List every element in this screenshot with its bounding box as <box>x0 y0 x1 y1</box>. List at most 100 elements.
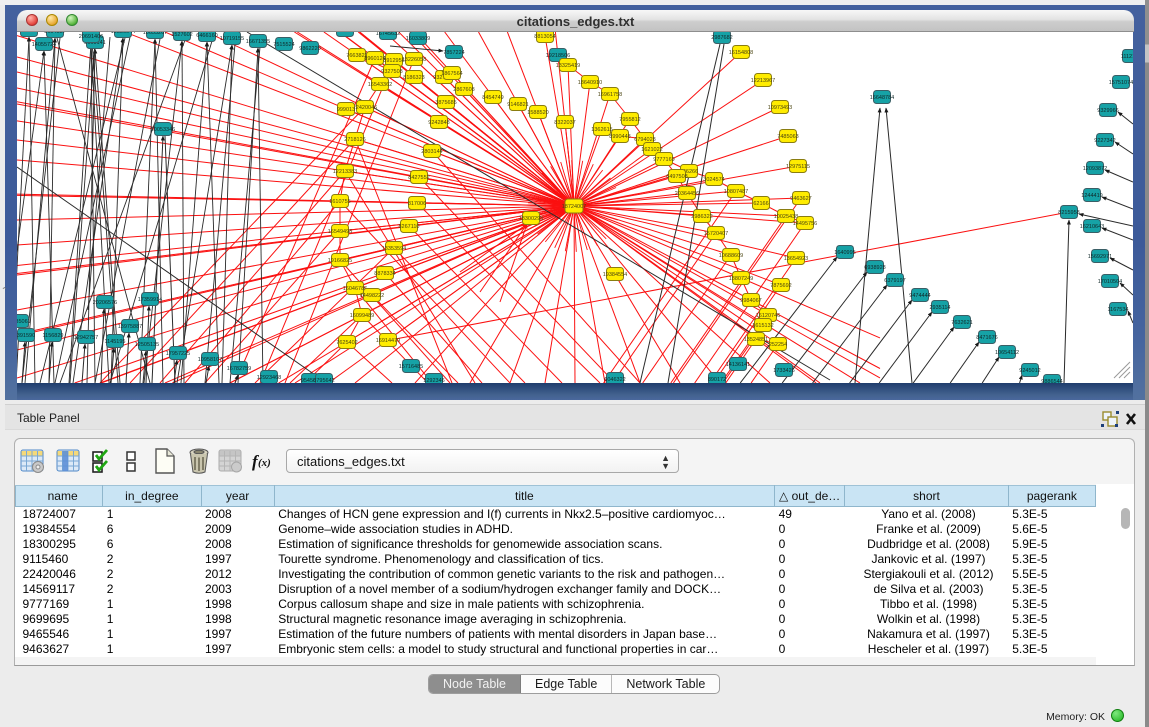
svg-text:16543362: 16543362 <box>368 82 392 88</box>
svg-text:16671355: 16671355 <box>246 39 270 45</box>
svg-text:18640910: 18640910 <box>578 80 602 86</box>
svg-text:9777169: 9777169 <box>653 157 674 163</box>
svg-text:2987682: 2987682 <box>711 35 732 41</box>
svg-text:9474444: 9474444 <box>909 293 930 299</box>
svg-text:8604557: 8604557 <box>44 32 65 35</box>
svg-text:817006: 817006 <box>408 201 426 207</box>
svg-text:9327508: 9327508 <box>381 69 402 75</box>
svg-text:7857224: 7857224 <box>443 50 464 56</box>
svg-text:1535061: 1535061 <box>17 319 31 325</box>
svg-text:1615132: 1615132 <box>752 323 773 329</box>
svg-text:18300295: 18300295 <box>519 216 543 222</box>
svg-text:20691406: 20691406 <box>79 34 103 40</box>
svg-text:8267110: 8267110 <box>398 224 419 230</box>
svg-text:1588520: 1588520 <box>527 110 548 116</box>
svg-text:9984067: 9984067 <box>740 298 761 304</box>
svg-text:6379197: 6379197 <box>884 278 905 284</box>
svg-text:16914479: 16914479 <box>376 338 400 344</box>
svg-text:1167534: 1167534 <box>1107 307 1128 313</box>
svg-text:12505135: 12505135 <box>135 342 159 348</box>
svg-text:7632621: 7632621 <box>951 320 972 326</box>
svg-text:391590: 391590 <box>17 333 35 339</box>
svg-text:14055724: 14055724 <box>32 42 56 48</box>
svg-text:9862220: 9862220 <box>299 46 320 52</box>
svg-text:14495756: 14495756 <box>793 221 817 227</box>
svg-text:1610755: 1610755 <box>329 199 350 205</box>
svg-text:12093872: 12093872 <box>1083 166 1107 172</box>
svg-text:16154808: 16154808 <box>729 50 753 56</box>
svg-text:12942757: 12942757 <box>74 335 98 341</box>
svg-text:1733426: 1733426 <box>773 368 794 374</box>
svg-text:10688609: 10688609 <box>719 253 743 259</box>
svg-text:10654112: 10654112 <box>995 350 1019 356</box>
svg-text:10719155: 10719155 <box>220 36 244 42</box>
svg-text:6497508: 6497508 <box>666 174 687 180</box>
svg-text:16099489: 16099489 <box>350 313 374 319</box>
svg-text:22420046: 22420046 <box>353 105 377 111</box>
svg-text:16033809: 16033809 <box>406 36 430 42</box>
svg-text:8427552: 8427552 <box>408 175 429 181</box>
svg-text:9227342: 9227342 <box>1094 138 1115 144</box>
svg-text:13325419: 13325419 <box>556 63 580 69</box>
svg-text:1640995: 1640995 <box>834 250 855 256</box>
svg-text:6466160: 6466160 <box>196 33 217 39</box>
svg-text:16210643: 16210643 <box>1080 224 1104 230</box>
svg-text:62166: 62166 <box>753 201 768 207</box>
svg-text:16745632: 16745632 <box>376 32 400 37</box>
svg-text:2718126: 2718126 <box>344 137 365 143</box>
svg-text:8990448: 8990448 <box>609 134 630 140</box>
svg-text:1527602: 1527602 <box>171 32 192 38</box>
svg-text:17359914: 17359914 <box>138 297 162 303</box>
svg-text:8215958: 8215958 <box>1058 210 1079 216</box>
svg-text:1112131: 1112131 <box>1121 54 1133 60</box>
svg-text:12213383: 12213383 <box>333 169 357 175</box>
svg-text:8878334: 8878334 <box>374 271 395 277</box>
svg-text:1362615: 1362615 <box>591 127 612 133</box>
svg-text:9245012: 9245012 <box>1019 368 1040 374</box>
svg-text:2803144: 2803144 <box>421 149 442 155</box>
svg-text:15751074: 15751074 <box>1109 80 1133 86</box>
svg-text:13353594: 13353594 <box>382 246 406 252</box>
svg-text:10973493: 10973493 <box>768 105 792 111</box>
svg-text:8186323: 8186323 <box>403 75 424 81</box>
svg-text:12975115: 12975115 <box>786 164 810 170</box>
svg-text:10807487: 10807487 <box>724 189 748 195</box>
svg-text:8813054: 8813054 <box>534 34 555 40</box>
svg-text:18724007: 18724007 <box>562 204 586 210</box>
svg-text:1913450: 1913450 <box>18 32 39 34</box>
svg-text:7955812: 7955812 <box>619 117 640 123</box>
svg-text:16961758: 16961758 <box>598 92 622 98</box>
svg-text:16648784: 16648784 <box>870 95 894 101</box>
svg-text:19166825: 19166825 <box>328 258 352 264</box>
svg-text:15716485: 15716485 <box>399 364 423 370</box>
svg-text:8322037: 8322037 <box>554 120 575 126</box>
svg-text:9146821: 9146821 <box>507 102 528 108</box>
svg-text:3024574: 3024574 <box>703 177 724 183</box>
svg-text:13524851: 13524851 <box>744 337 768 343</box>
svg-text:12213967: 12213967 <box>751 78 775 84</box>
svg-text:20053346: 20053346 <box>151 127 175 133</box>
svg-text:17010504: 17010504 <box>1098 279 1122 285</box>
svg-text:13226058: 13226058 <box>402 57 426 63</box>
svg-text:16782759: 16782759 <box>227 366 251 372</box>
svg-text:7663821: 7663821 <box>334 32 355 34</box>
svg-text:16549498: 16549498 <box>328 229 352 235</box>
svg-text:13975887: 13975887 <box>118 324 142 330</box>
svg-text:15720407: 15720407 <box>704 231 728 237</box>
svg-text:6938928: 6938928 <box>864 265 885 271</box>
svg-text:1145195: 1145195 <box>104 339 125 345</box>
svg-text:14498222: 14498222 <box>360 293 384 299</box>
svg-text:1156829: 1156829 <box>42 333 63 339</box>
svg-text:10653267: 10653267 <box>143 32 167 36</box>
svg-text:8471676: 8471676 <box>976 335 997 341</box>
svg-text:10025438: 10025438 <box>774 214 798 220</box>
svg-text:17957225: 17957225 <box>166 351 190 357</box>
svg-text:1867564: 1867564 <box>441 71 462 77</box>
svg-text:19384554: 19384554 <box>603 272 627 278</box>
svg-text:8454749: 8454749 <box>482 95 503 101</box>
svg-text:9329966: 9329966 <box>1097 108 1118 114</box>
svg-text:9242848: 9242848 <box>428 120 449 126</box>
svg-text:9463627: 9463627 <box>790 196 811 202</box>
svg-text:14136141: 14136141 <box>726 362 750 368</box>
svg-text:7625402: 7625402 <box>336 340 357 346</box>
